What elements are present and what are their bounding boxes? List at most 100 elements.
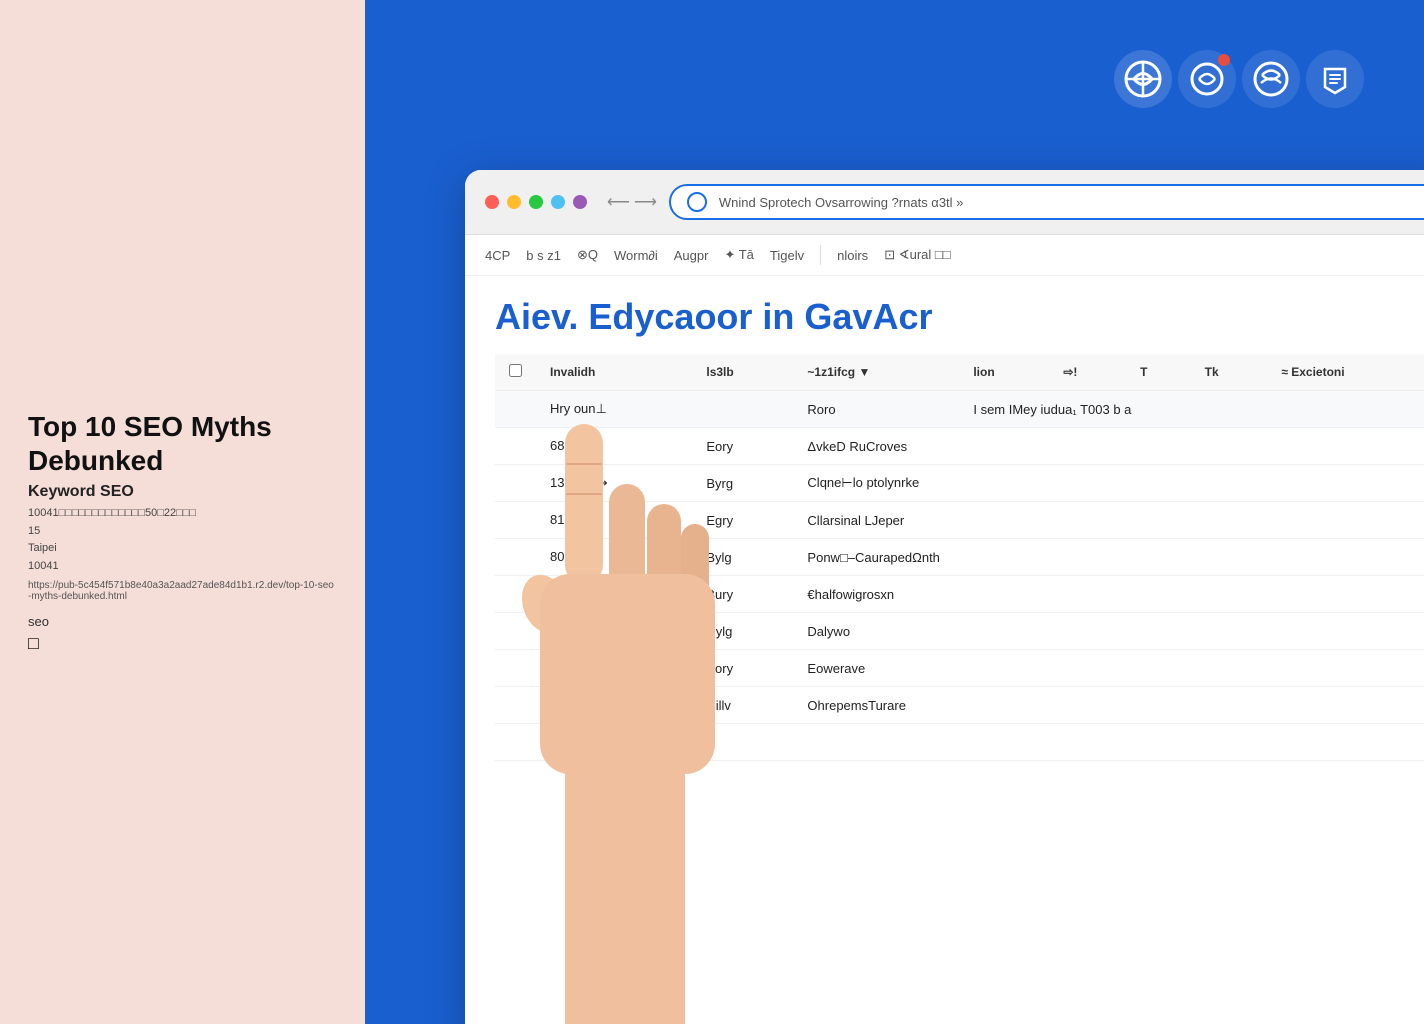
table-row: 68 00k▸ Eory ΔvkeD RuCroves: [495, 428, 1424, 465]
toolbar-label-tiger: Tigelv: [770, 248, 804, 263]
data-table: Invalidh ls3lb ~1z1ifcg ▼ lion ⇨! T Tk ≈…: [495, 354, 1424, 761]
toolbar-label-1: b s z1: [526, 248, 561, 263]
row-col2-3: Bylg: [692, 539, 793, 576]
row-col2-1: Byrg: [692, 465, 793, 502]
row-col3-1: Clqne⊢lo ptolynrke: [793, 465, 1424, 502]
row-col2-4: Bury: [692, 576, 793, 613]
deco-icon-1: [1114, 50, 1172, 108]
row-select: [495, 465, 536, 502]
table-row: 13 00k⟶ Byrg Clqne⊢lo ptolynrke: [495, 465, 1424, 502]
row-col3-8: [793, 724, 1424, 761]
row-col3-5: Dalywo: [793, 613, 1424, 650]
row-col1-2: 81 00k▸: [536, 502, 692, 539]
table-header-row: Invalidh ls3lb ~1z1ifcg ▼ lion ⇨! T Tk ≈…: [495, 354, 1424, 391]
table-col-header-6: Tk: [1191, 354, 1268, 391]
table-col-header-7: ≈ Excietoni: [1267, 354, 1424, 391]
forward-arrow-icon[interactable]: ⟶: [634, 192, 657, 212]
sidebar-subtitle: Keyword SEO: [28, 483, 337, 501]
traffic-light-purple[interactable]: [573, 195, 587, 209]
row-col3-3: Ponw□‒CaurapedΩnth: [793, 539, 1424, 576]
filter-hry: Hry oun⊥: [536, 391, 793, 428]
toolbar-label-nloirs: nloirs: [837, 248, 868, 263]
sidebar-icon: □: [28, 633, 337, 654]
row-select: [495, 687, 536, 724]
row-select: [495, 576, 536, 613]
toolbar-separator: [820, 245, 821, 265]
toolbar-label-0: 4CP: [485, 248, 510, 263]
row-col3-6: Eowerave: [793, 650, 1424, 687]
toolbar-label-augpr: Augpr: [674, 248, 709, 263]
sidebar-meta-line2: 15: [28, 523, 337, 541]
row-col1-5: 17 004▸: [536, 613, 692, 650]
table-row: 81 00k▸ Egry Cllarsinal LJeper: [495, 502, 1424, 539]
toolbar-label-2: ⊗Q: [577, 247, 598, 263]
content-title: Aiev. Edycaoor in GavAcr: [495, 296, 1424, 338]
table-row: S0 00k▸ Nillv OhrepemsTurare: [495, 687, 1424, 724]
row-select: [495, 428, 536, 465]
table-row: 80 00k▸ Bylg Ponw□‒CaurapedΩnth: [495, 539, 1424, 576]
row-col3-7: OhrepemsTurare: [793, 687, 1424, 724]
toolbar-item-2[interactable]: ⊗Q: [577, 247, 598, 263]
table-col-header-select: [495, 354, 536, 391]
traffic-light-green[interactable]: [529, 195, 543, 209]
row-col1-6: 32 00k▸: [536, 650, 692, 687]
toolbar-item-ta[interactable]: ✦ Tā: [724, 247, 753, 263]
row-col2-6: Bory: [692, 650, 793, 687]
table-row: 32 00k▸ Bory Eowerave: [495, 650, 1424, 687]
filter-cell-select: [495, 391, 536, 428]
filter-row: Hry oun⊥ Roro I sem IMey iudua₁ T003 b a: [495, 391, 1424, 428]
toolbar-item-worm[interactable]: Worm∂i: [614, 248, 658, 263]
table-row: 8F 00k▸: [495, 724, 1424, 761]
row-col2-8: [692, 724, 793, 761]
row-col1-7: S0 00k▸: [536, 687, 692, 724]
select-all-checkbox[interactable]: [509, 364, 522, 377]
row-select: [495, 502, 536, 539]
browser-chrome: ⟵ ⟶ Wnind Sprotech Ovsarrowing ?rnats α3…: [465, 170, 1424, 235]
row-select: [495, 650, 536, 687]
toolbar-item-1[interactable]: b s z1: [526, 248, 561, 263]
traffic-light-blue[interactable]: [551, 195, 565, 209]
row-select: [495, 724, 536, 761]
toolbar-label-worm: Worm∂i: [614, 248, 658, 263]
toolbar-item-tiger[interactable]: Tigelv: [770, 248, 804, 263]
sidebar-url[interactable]: https://pub-5c454f571b8e40a3a2aad27ade84…: [28, 580, 337, 602]
row-col1-1: 13 00k⟶: [536, 465, 692, 502]
filter-sem: I sem IMey iudua₁ T003 b a: [959, 391, 1424, 428]
address-text: Wnind Sprotech Ovsarrowing ?rnats α3tl »: [719, 195, 1424, 210]
table-row: 82 00k▸ Bury €halfowigrosxn: [495, 576, 1424, 613]
row-col1-3: 80 00k▸: [536, 539, 692, 576]
row-col1-4: 82 00k▸: [536, 576, 692, 613]
back-arrow-icon[interactable]: ⟵: [607, 192, 630, 212]
table-col-header-4: ⇨!: [1049, 354, 1126, 391]
deco-icon-4: [1306, 50, 1364, 108]
toolbar-item-0[interactable]: 4CP: [485, 248, 510, 263]
table-col-header-2: ~1z1ifcg ▼: [793, 354, 959, 391]
row-select: [495, 613, 536, 650]
traffic-light-red[interactable]: [485, 195, 499, 209]
toolbar-label-ural: ⊡ ∢ural □□: [884, 247, 950, 263]
deco-icons-area: [1114, 50, 1364, 108]
row-col2-5: Rylg: [692, 613, 793, 650]
toolbar-item-augpr[interactable]: Augpr: [674, 248, 709, 263]
row-col1-0: 68 00k▸: [536, 428, 692, 465]
deco-icon-3: [1242, 50, 1300, 108]
table-col-header-5: T: [1126, 354, 1191, 391]
toolbar-item-nloirs[interactable]: nloirs: [837, 248, 868, 263]
nav-arrows: ⟵ ⟶: [607, 192, 657, 212]
deco-icon-2: [1178, 50, 1236, 108]
sidebar: Top 10 SEO Myths Debunked Keyword SEO 10…: [0, 0, 365, 1024]
sidebar-meta-line1: 10041□□□□□□□□□□□□□50□22□□□: [28, 505, 337, 523]
address-bar[interactable]: Wnind Sprotech Ovsarrowing ?rnats α3tl »: [669, 184, 1424, 220]
filter-roro: Roro: [793, 391, 959, 428]
row-select: [495, 539, 536, 576]
sidebar-tag: seo: [28, 614, 337, 629]
row-col3-4: €halfowigrosxn: [793, 576, 1424, 613]
toolbar-label-ta: ✦ Tā: [724, 247, 753, 263]
row-col3-0: ΔvkeD RuCroves: [793, 428, 1424, 465]
toolbar-item-ural[interactable]: ⊡ ∢ural □□: [884, 247, 950, 263]
row-col1-8: 8F 00k▸: [536, 724, 692, 761]
traffic-light-yellow[interactable]: [507, 195, 521, 209]
row-col2-2: Egry: [692, 502, 793, 539]
row-col2-7: Nillv: [692, 687, 793, 724]
table-col-header-1: ls3lb: [692, 354, 793, 391]
